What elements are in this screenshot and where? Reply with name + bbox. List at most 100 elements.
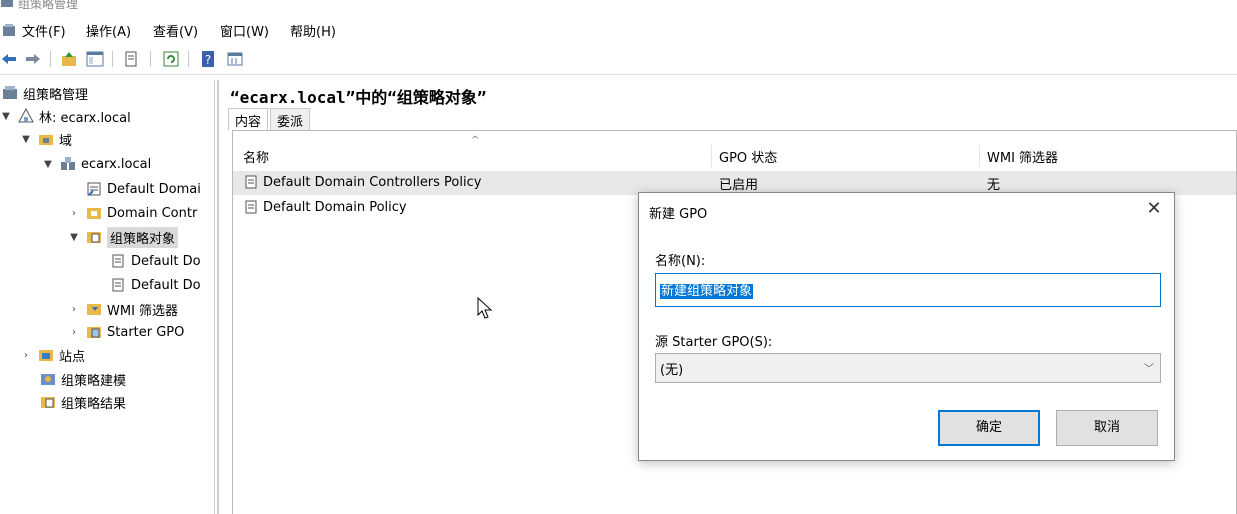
tree-item-sites[interactable]: › 站点: [20, 344, 85, 366]
starter-gpo-value: (无): [660, 363, 684, 378]
tree-label: 域: [59, 133, 73, 149]
chevron-down-icon[interactable]: ▼: [68, 232, 80, 243]
tree-item-domain[interactable]: ▼ ecarx.local: [42, 153, 151, 175]
gpo-scroll-icon: [245, 175, 257, 189]
gpo-scroll-icon: [112, 278, 124, 292]
ok-button[interactable]: 确定: [938, 410, 1040, 446]
chevron-right-icon[interactable]: ›: [20, 350, 32, 361]
gpm-root-icon: [3, 86, 17, 99]
toolbar-separator: [112, 51, 113, 67]
properties-icon[interactable]: [122, 50, 140, 68]
tree-label: Default Do: [131, 253, 201, 269]
pane-splitter[interactable]: [217, 80, 219, 514]
svg-text:?: ?: [205, 53, 211, 67]
column-header: ^ 名称 GPO 状态 WMI 筛选器: [233, 131, 1236, 171]
console-menu-icon[interactable]: [2, 23, 16, 37]
forest-triangle-icon: [18, 108, 34, 123]
tab-delegation[interactable]: 委派: [270, 108, 311, 130]
wmi-folder-icon: [87, 304, 101, 315]
name-input-value: 新建组策略对象: [660, 284, 754, 299]
tree-item-default-domain-policy[interactable]: Default Domai: [86, 178, 201, 200]
tree-item-starter-gpo[interactable]: › Starter GPO: [68, 321, 184, 343]
back-arrow-icon[interactable]: [0, 50, 18, 68]
forward-arrow-icon[interactable]: [24, 50, 42, 68]
tree-label: 组策略结果: [61, 396, 127, 412]
tab-strip: 内容 委派: [228, 108, 312, 130]
show-hide-tree-icon[interactable]: [86, 50, 104, 68]
column-header-status[interactable]: GPO 状态: [719, 147, 777, 166]
row-wmi: 无: [987, 178, 1001, 193]
menu-bar: 文件(F) 操作(A) 查看(V) 窗口(W) 帮助(H): [0, 17, 1237, 43]
mouse-cursor-icon: [477, 297, 493, 319]
tree-label: WMI 筛选器: [107, 303, 179, 319]
page-title: “ecarx.local”中的“组策略对象”: [230, 88, 487, 107]
menu-action[interactable]: 操作(A): [86, 21, 131, 40]
chevron-right-icon[interactable]: ›: [68, 327, 80, 338]
tree-item-gpo-container[interactable]: ▼ 组策略对象: [68, 226, 179, 248]
dialog-title: 新建 GPO: [649, 207, 708, 222]
column-separator[interactable]: [711, 145, 712, 167]
sort-ascending-icon: ^: [471, 135, 480, 146]
name-label: 名称(N):: [655, 254, 706, 269]
menu-file[interactable]: 文件(F): [22, 21, 66, 40]
tree-item-results[interactable]: 组策略结果: [40, 391, 126, 413]
row-name: Default Domain Controllers Policy: [263, 174, 482, 190]
starter-gpo-select[interactable]: (无) ﹀: [655, 353, 1161, 383]
title-bar: 组策略管理: [0, 0, 1237, 14]
console-icon[interactable]: [226, 50, 244, 68]
tree-item-domain-controllers[interactable]: › Domain Contr: [68, 202, 197, 224]
tree-label: Default Domai: [107, 181, 201, 197]
new-gpo-dialog: 新建 GPO ✕ 名称(N): 新建组策略对象 源 Starter GPO(S)…: [638, 192, 1175, 461]
tree-item-domains[interactable]: ▼ 域: [20, 128, 72, 150]
sites-icon: [39, 350, 53, 361]
domain-icon: [61, 157, 75, 170]
tree-item-modeling[interactable]: 组策略建模: [40, 368, 126, 390]
row-status: 已启用: [719, 178, 759, 193]
chevron-right-icon[interactable]: ›: [68, 304, 80, 315]
starter-gpo-folder-icon: [87, 327, 101, 338]
tree-item-forest[interactable]: ▼ 林: ecarx.local: [0, 105, 131, 127]
tree-label: Starter GPO: [107, 324, 185, 340]
chevron-down-icon[interactable]: ▼: [0, 111, 12, 122]
gpo-scroll-icon: [245, 200, 257, 214]
results-icon: [41, 397, 55, 408]
menu-window[interactable]: 窗口(W): [220, 21, 269, 40]
tree-label: 组策略建模: [61, 373, 127, 389]
row-name-cell: Default Domain Controllers Policy: [243, 174, 481, 190]
column-header-wmi[interactable]: WMI 筛选器: [987, 147, 1058, 166]
refresh-icon[interactable]: [162, 50, 180, 68]
row-name-cell: Default Domain Policy: [243, 199, 407, 215]
modeling-icon: [41, 374, 55, 385]
tab-contents[interactable]: 内容: [228, 108, 269, 130]
help-icon[interactable]: ?: [200, 50, 218, 68]
tree-item-gpo-default-2[interactable]: Default Do: [110, 274, 201, 296]
tree-item-gpo-default-1[interactable]: Default Do: [110, 250, 201, 272]
chevron-down-icon[interactable]: ▼: [20, 134, 32, 145]
window-title: 组策略管理: [18, 0, 79, 11]
tree-label: 站点: [59, 349, 86, 365]
gpo-scroll-icon: [112, 254, 124, 268]
row-name: Default Domain Policy: [263, 199, 407, 215]
tree-label: 组策略管理: [23, 87, 89, 103]
gpm-app-icon: [1, 0, 13, 7]
name-input[interactable]: 新建组策略对象: [655, 273, 1161, 307]
column-header-name[interactable]: 名称: [243, 147, 269, 166]
chevron-right-icon[interactable]: ›: [68, 208, 80, 219]
close-icon[interactable]: ✕: [1144, 199, 1164, 219]
up-folder-icon[interactable]: [60, 50, 78, 68]
tree-label: 组策略对象: [107, 226, 179, 248]
toolbar-separator: [188, 51, 189, 67]
menu-help[interactable]: 帮助(H): [290, 21, 336, 40]
menu-view[interactable]: 查看(V): [153, 21, 198, 40]
tree-item-wmi-filters[interactable]: › WMI 筛选器: [68, 298, 178, 320]
tree-label: ecarx.local: [81, 156, 152, 172]
chevron-down-icon[interactable]: ▼: [42, 159, 54, 170]
toolbar-separator: [50, 51, 51, 67]
tree-item-gpm-root[interactable]: 组策略管理: [2, 82, 88, 104]
ou-folder-icon: [87, 208, 101, 219]
column-separator[interactable]: [979, 145, 980, 167]
tree-label: 林: ecarx.local: [39, 110, 131, 126]
tree-label: Default Do: [131, 277, 201, 293]
cancel-button[interactable]: 取消: [1056, 410, 1158, 446]
gpo-link-icon: [87, 182, 101, 196]
